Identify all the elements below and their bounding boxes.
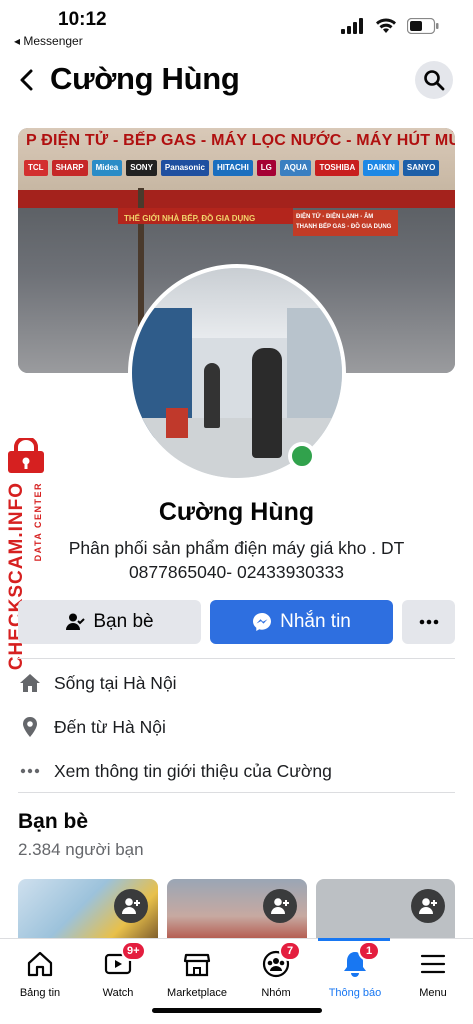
friends-button-label: Bạn bè [93,611,154,632]
cover-shop-sign-2: ĐIỆN TỬ - ĐIỆN LẠNH - ÂM THANH BẾP GAS -… [293,210,398,236]
notifications-badge: 1 [358,941,380,961]
bell-icon: 1 [338,941,380,981]
cover-brand-logo: SONY [126,160,157,176]
divider [18,792,455,793]
system-icons [341,18,439,34]
message-button-label: Nhắn tin [280,611,351,632]
lock-icon [8,438,44,473]
cover-brand-logo: TCL [24,160,48,176]
status-bar: 10:12 ◂ Messenger [0,0,473,50]
profile-header: Cường Hùng [0,58,473,104]
see-about-link[interactable]: Xem thông tin giới thiệu của Cường [18,756,332,786]
search-button[interactable] [415,61,453,99]
battery-icon [407,18,439,34]
avatar-person [252,348,282,458]
tab-marketplace-label: Marketplace [167,987,227,999]
cover-brand-logo: TOSHIBA [315,160,360,176]
friends-section-title: Bạn bè [18,810,89,833]
tab-menu[interactable]: Menu [393,947,473,999]
more-options-button[interactable] [402,600,455,644]
active-tab-indicator [318,938,390,941]
info-from[interactable]: Đến từ Hà Nội [18,712,166,742]
cover-brand-logo: Panasonic [160,160,209,176]
location-pin-icon [18,715,42,739]
cover-sign-text: P ĐIỆN TỬ - BẾP GAS - MÁY LỌC NƯỚC - MÁY… [26,132,455,149]
cover-red-band [18,190,455,208]
friend-check-icon [66,613,86,630]
cover-brand-logo: DAIKIN [363,160,399,176]
back-to-app-link[interactable]: ◂ Messenger [14,34,83,48]
cover-brand-logo: SHARP [51,160,88,176]
more-dots-icon [18,759,42,783]
cover-shop-sign: THẾ GIỚI NHÀ BẾP, ĐỒ GIA DỤNG [118,208,293,224]
profile-name: Cường Hùng [158,498,315,526]
message-button[interactable]: Nhắn tin [210,600,393,644]
groups-icon: 7 [259,941,301,981]
tab-news-feed-label: Bảng tin [19,987,61,999]
online-status-dot [288,442,316,470]
page-title: Cường Hùng [50,61,240,96]
back-button[interactable] [14,66,42,94]
tab-groups[interactable]: 7 Nhóm [236,941,316,999]
watch-icon: 9+ [101,941,146,981]
tab-groups-label: Nhóm [261,987,291,999]
cover-shop-sign-2-text: ĐIỆN TỬ - ĐIỆN LẠNH - ÂM THANH BẾP GAS -… [296,214,392,230]
tab-notifications-label: Thông báo [328,987,382,999]
friend-card[interactable] [316,879,455,941]
add-friend-button[interactable] [114,889,148,923]
cellular-signal-icon [341,18,363,34]
tab-news-feed[interactable]: Bảng tin [0,947,80,999]
more-dots-icon [419,619,438,625]
cover-brand-logo: HITACHI [212,160,253,176]
watch-badge: 9+ [121,941,146,961]
menu-icon [416,947,450,981]
tab-watch[interactable]: 9+ Watch [78,941,158,999]
groups-badge: 7 [279,941,301,961]
tab-notifications[interactable]: 1 Thông báo [315,941,395,999]
chevron-left-icon [20,69,33,91]
divider [18,658,455,659]
cover-brand-logo: Midea [91,160,123,176]
friend-card[interactable] [167,879,307,941]
marketplace-icon [180,947,214,981]
add-friend-icon [122,898,140,914]
tab-marketplace[interactable]: Marketplace [157,947,237,999]
search-icon [424,70,445,91]
see-about-label: Xem thông tin giới thiệu của Cường [54,760,332,781]
avatar-customer [204,363,220,428]
home-icon [18,671,42,695]
cover-shop-sign-text: THẾ GIỚI NHÀ BẾP, ĐỒ GIA DỤNG [124,214,256,223]
add-friend-button[interactable] [411,889,445,923]
status-time: 10:12 [58,9,107,30]
lives-in-prefix: Sống tại [54,672,124,693]
wifi-icon [376,18,396,33]
home-indicator[interactable] [152,1008,322,1013]
messenger-icon [253,613,272,631]
cover-store-sign: P ĐIỆN TỬ - BẾP GAS - MÁY LỌC NƯỚC - MÁY… [18,128,455,190]
add-friend-icon [419,898,437,914]
profile-bio: Phân phối sản phẩm điện máy giá kho . DT… [68,538,405,582]
cover-brand-logos: TCL SHARP Midea SONY Panasonic HITACHI LG AQUA T… [24,160,440,176]
friend-card[interactable] [18,879,158,941]
cover-brand-logo: AQUA [279,160,312,176]
friends-button[interactable]: Bạn bè [18,600,201,644]
lives-in-city[interactable]: Hà Nội [123,673,177,694]
info-lives-in[interactable]: Sống tại Hà Nội [18,668,177,698]
cover-brand-logo: SANYO [402,160,440,176]
from-city[interactable]: Hà Nội [112,717,166,738]
cover-brand-logo: LG [256,160,276,176]
tab-watch-label: Watch [102,987,134,999]
add-friend-button[interactable] [263,889,297,923]
home-icon [23,947,57,981]
tab-menu-label: Menu [419,987,447,999]
from-prefix: Đến từ [54,716,113,737]
avatar-red-box [166,408,188,438]
friends-count: 2.384 người bạn [18,840,144,859]
add-friend-icon [271,898,289,914]
